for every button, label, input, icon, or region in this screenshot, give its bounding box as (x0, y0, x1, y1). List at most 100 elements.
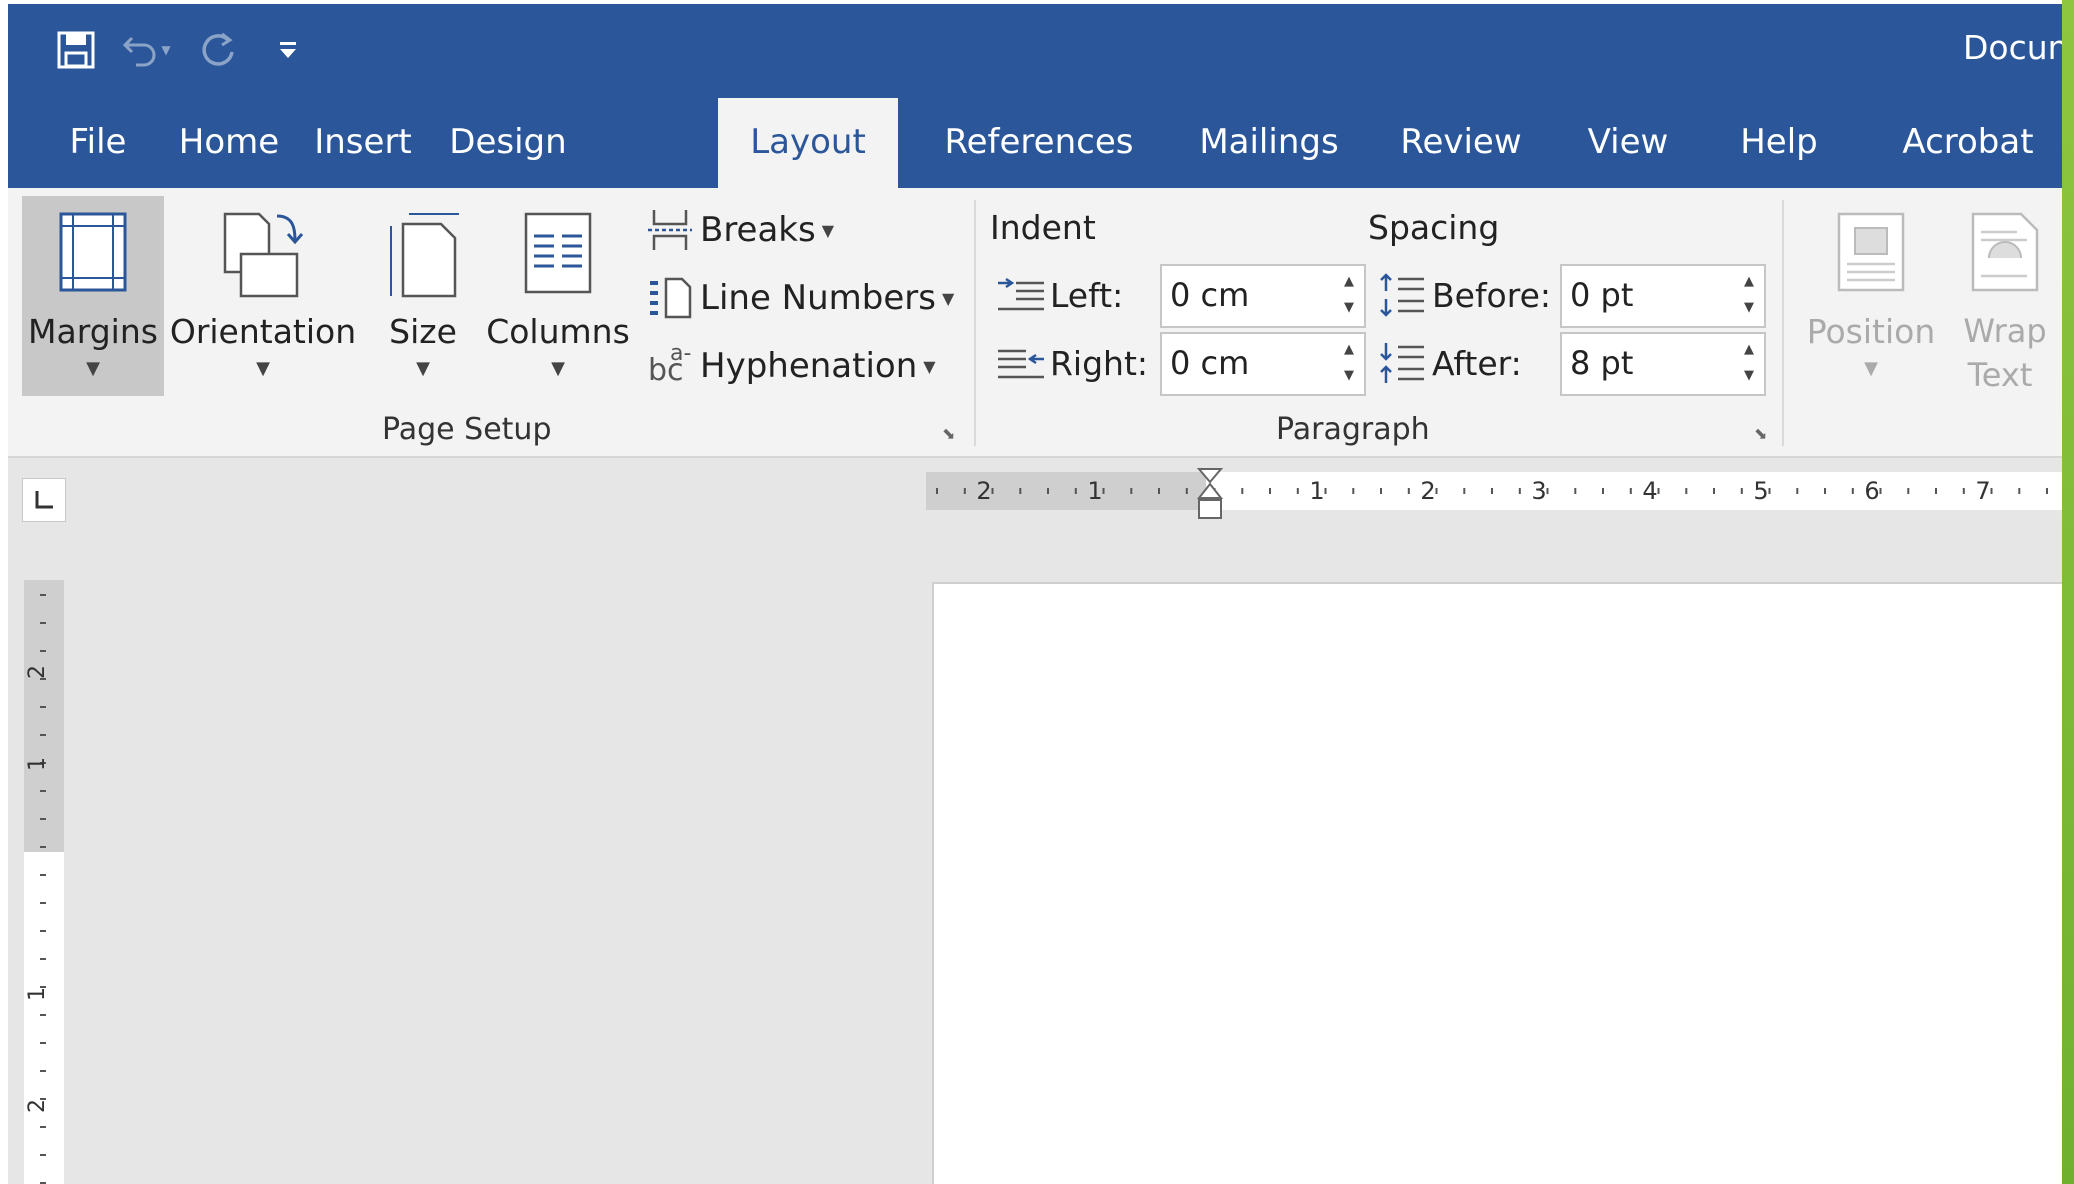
ruler-tick (1324, 488, 1327, 494)
breaks-icon (644, 205, 696, 255)
indent-marker-icon[interactable] (1196, 466, 1224, 538)
ruler-tick (40, 846, 46, 848)
spacing-after-label: After: (1376, 338, 1522, 388)
spacing-after-value: 8 pt (1570, 344, 1634, 382)
ruler-tick (40, 734, 46, 736)
document-area: 2 1 1 2 (8, 542, 2062, 1184)
ruler-tick (1185, 488, 1188, 494)
indent-right-text: Right: (1050, 343, 1149, 383)
tab-view[interactable]: View (1578, 98, 1678, 188)
tab-insert[interactable]: Insert (298, 98, 428, 188)
ruler-tick (936, 488, 938, 494)
tab-acrobat[interactable]: Acrobat (1888, 98, 2048, 188)
line-numbers-dropdown-icon: ▼ (941, 288, 955, 308)
tab-file[interactable]: File (44, 98, 152, 188)
tab-stop-selector[interactable] (22, 478, 66, 522)
line-numbers-icon (644, 273, 696, 323)
ruler-tick (1962, 488, 1965, 494)
ruler-number: 2 (25, 1099, 50, 1113)
indent-left-field[interactable]: 0 cm ▲ ▼ (1160, 264, 1366, 328)
ruler-tick (40, 958, 46, 960)
ruler-number: 1 (25, 987, 50, 1001)
hyphenation-icon: a- bc (644, 341, 696, 391)
wrap-text-icon (1948, 210, 2062, 300)
line-numbers-button[interactable]: Line Numbers ▼ (644, 270, 954, 326)
tab-help[interactable]: Help (1730, 98, 1828, 188)
ruler-tick (1685, 488, 1688, 494)
indent-right-label: Right: (994, 338, 1148, 388)
orientation-dropdown-icon: ▼ (256, 358, 270, 379)
indent-left-down-icon[interactable]: ▼ (1344, 300, 1354, 315)
indent-left-icon (994, 270, 1048, 320)
indent-right-down-icon[interactable]: ▼ (1344, 368, 1354, 383)
breaks-button[interactable]: Breaks ▼ (644, 202, 834, 258)
ruler-tick (1463, 488, 1466, 494)
page-setup-launcher-icon[interactable]: ⬊ (942, 424, 964, 446)
spacing-after-text: After: (1432, 343, 1522, 383)
ruler-tick (40, 594, 46, 596)
tab-design[interactable]: Design (436, 98, 580, 188)
spacing-after-field[interactable]: 8 pt ▲ ▼ (1560, 332, 1766, 396)
paragraph-launcher-icon[interactable]: ⬊ (1754, 424, 1776, 446)
ruler-tick (1879, 488, 1882, 494)
ruler-tick (40, 818, 46, 820)
ruler-number: 3 (1531, 477, 1546, 505)
orientation-button[interactable]: Orientation ▼ (168, 196, 358, 396)
hyphenation-button[interactable]: a- bc Hyphenation ▼ (644, 338, 936, 394)
redo-icon[interactable] (194, 24, 242, 76)
undo-dropdown-icon[interactable]: ▼ (156, 24, 176, 76)
ruler-number: 5 (1753, 477, 1768, 505)
ruler-number: 7 (1975, 477, 1990, 505)
ruler-tick (1269, 488, 1271, 494)
margins-icon (22, 210, 164, 300)
ruler-tick (963, 488, 966, 494)
ruler-tick (1602, 488, 1604, 494)
spacing-before-value: 0 pt (1570, 276, 1634, 314)
columns-button[interactable]: Columns ▼ (484, 196, 632, 396)
ruler-tick (40, 706, 46, 708)
ruler-tick (1574, 488, 1577, 494)
spacing-before-down-icon[interactable]: ▼ (1744, 300, 1754, 315)
margins-button[interactable]: Margins ▼ (22, 196, 164, 396)
spacing-before-field[interactable]: 0 pt ▲ ▼ (1560, 264, 1766, 328)
horizontal-ruler[interactable]: 2 1 1 2 3 4 5 6 7 (926, 472, 2062, 510)
ruler-tick (40, 930, 46, 932)
spacing-after-up-icon[interactable]: ▲ (1744, 342, 1754, 357)
ruler-number: 1 (1087, 477, 1102, 505)
margins-label: Margins (28, 312, 158, 351)
size-button[interactable]: Size ▼ (368, 196, 478, 396)
position-label: Position (1806, 312, 1936, 351)
spacing-after-down-icon[interactable]: ▼ (1744, 368, 1754, 383)
wrap-text-button[interactable]: Wrap Text (1948, 196, 2062, 396)
ruler-number: 2 (1420, 477, 1435, 505)
breaks-dropdown-icon: ▼ (821, 220, 835, 240)
tab-home[interactable]: Home (168, 98, 290, 188)
ruler-tick (40, 1154, 46, 1156)
ruler-tick (1407, 488, 1410, 494)
tab-layout[interactable]: Layout (718, 98, 898, 188)
indent-left-value: 0 cm (1170, 276, 1250, 314)
spacing-before-up-icon[interactable]: ▲ (1744, 274, 1754, 289)
ruler-tick (40, 902, 46, 904)
ruler-tick (40, 622, 46, 624)
position-button[interactable]: Position ▼ (1796, 196, 1946, 396)
tab-mailings[interactable]: Mailings (1184, 98, 1354, 188)
vertical-ruler[interactable]: 2 1 1 2 (24, 580, 64, 1184)
spacing-before-label: Before: (1376, 270, 1551, 320)
indent-right-up-icon[interactable]: ▲ (1344, 342, 1354, 357)
ruler-tick (40, 790, 46, 792)
document-page[interactable] (932, 582, 2062, 1184)
vertical-ruler-ticks: 2 1 1 2 (25, 594, 50, 1184)
indent-left-text: Left: (1050, 275, 1124, 315)
customize-qat-icon[interactable] (264, 24, 312, 76)
tab-review[interactable]: Review (1396, 98, 1526, 188)
ruler-tick (1546, 488, 1549, 494)
ruler-tick (40, 1126, 46, 1128)
save-icon[interactable] (52, 24, 100, 76)
columns-icon (484, 210, 632, 300)
line-numbers-label: Line Numbers (700, 278, 936, 318)
breaks-label: Breaks (700, 210, 816, 250)
indent-right-field[interactable]: 0 cm ▲ ▼ (1160, 332, 1366, 396)
tab-references[interactable]: References (936, 98, 1142, 188)
indent-left-up-icon[interactable]: ▲ (1344, 274, 1354, 289)
